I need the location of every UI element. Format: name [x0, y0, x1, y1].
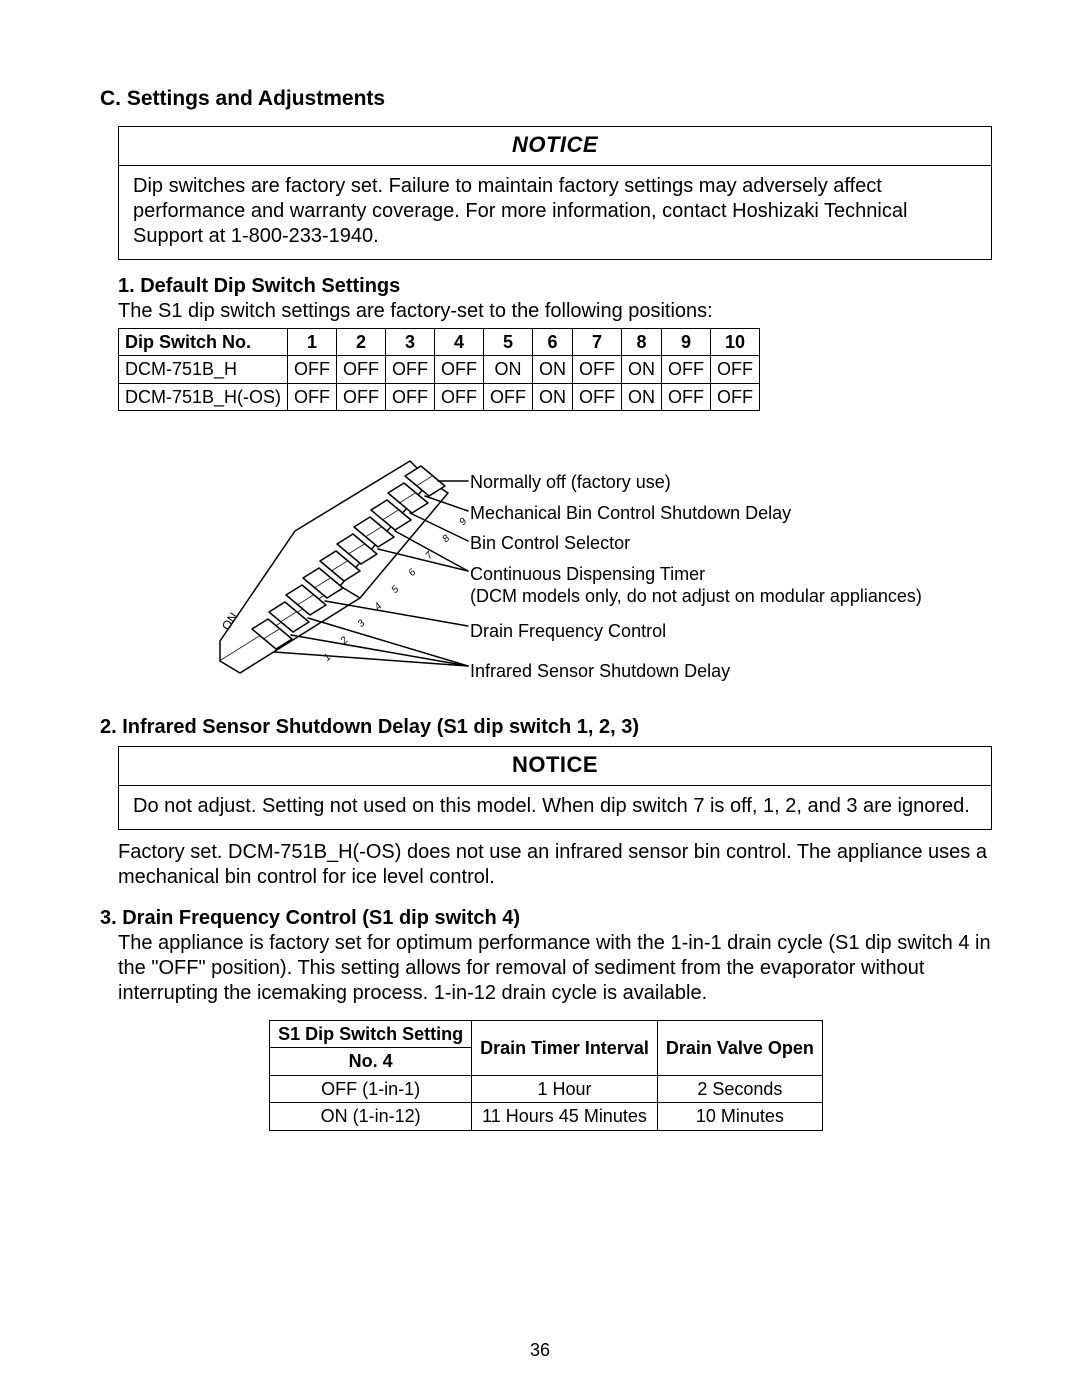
subheading-default-dip: 1. Default Dip Switch Settings [118, 274, 992, 299]
dip-col-2: 2 [337, 328, 386, 356]
dip-col-6: 6 [533, 328, 573, 356]
dip-col-9: 9 [662, 328, 711, 356]
notice-box-1: NOTICE Dip switches are factory set. Fai… [118, 126, 992, 260]
default-dip-intro: The S1 dip switch settings are factory-s… [118, 299, 992, 324]
dip-row-model: DCM-751B_H [119, 356, 288, 384]
dip-col-4: 4 [435, 328, 484, 356]
dip-cell: OFF [711, 383, 760, 411]
subheading-infrared: 2. Infrared Sensor Shutdown Delay (S1 di… [100, 715, 992, 740]
drain-cell: 11 Hours 45 Minutes [472, 1103, 658, 1131]
dip-col-10: 10 [711, 328, 760, 356]
notice-body-1: Dip switches are factory set. Failure to… [119, 166, 991, 259]
drain-head-s1b: No. 4 [270, 1048, 472, 1076]
dip-cell: OFF [288, 356, 337, 384]
table-row: DCM-751B_H(-OS) OFF OFF OFF OFF OFF ON O… [119, 383, 760, 411]
dip-cell: OFF [573, 356, 622, 384]
dip-cell: OFF [288, 383, 337, 411]
infrared-factory-text: Factory set. DCM-751B_H(-OS) does not us… [118, 840, 992, 890]
svg-text:3: 3 [356, 618, 368, 630]
drain-head-valve: Drain Valve Open [657, 1020, 822, 1075]
dip-table-header-label: Dip Switch No. [119, 328, 288, 356]
callout-bin-selector: Bin Control Selector [470, 532, 922, 555]
dip-row-model: DCM-751B_H(-OS) [119, 383, 288, 411]
dip-cell: OFF [337, 356, 386, 384]
dip-cell: OFF [337, 383, 386, 411]
svg-text:8: 8 [441, 533, 453, 545]
callout-mech-bin-delay: Mechanical Bin Control Shutdown Delay [470, 502, 922, 525]
callout-cont-dispense: Continuous Dispensing Timer [470, 563, 922, 586]
dipswitch-icon: 1 2 3 4 5 6 7 8 9 10 ON [200, 441, 470, 701]
svg-text:1: 1 [322, 652, 334, 664]
page-number: 36 [0, 1339, 1080, 1362]
dip-col-3: 3 [386, 328, 435, 356]
section-title: C. Settings and Adjustments [100, 86, 992, 112]
dip-cell: ON [533, 356, 573, 384]
dip-cell: OFF [484, 383, 533, 411]
drain-cell: OFF (1-in-1) [270, 1075, 472, 1103]
drain-head-s1a: S1 Dip Switch Setting [270, 1020, 472, 1048]
drain-head-interval: Drain Timer Interval [472, 1020, 658, 1075]
subheading-drain-freq: 3. Drain Frequency Control (S1 dip switc… [100, 906, 992, 931]
dip-cell: OFF [386, 383, 435, 411]
dip-cell: OFF [662, 356, 711, 384]
dip-cell: ON [622, 356, 662, 384]
notice-header-1: NOTICE [119, 127, 991, 166]
drain-cell: 2 Seconds [657, 1075, 822, 1103]
callout-normally-off: Normally off (factory use) [470, 471, 922, 494]
dip-cell: ON [484, 356, 533, 384]
notice-body-2: Do not adjust. Setting not used on this … [119, 786, 991, 829]
table-row: DCM-751B_H OFF OFF OFF OFF ON ON OFF ON … [119, 356, 760, 384]
callout-infrared-delay: Infrared Sensor Shutdown Delay [470, 660, 922, 683]
svg-text:6: 6 [407, 567, 419, 579]
drain-freq-body: The appliance is factory set for optimum… [118, 931, 992, 1006]
notice-box-2: NOTICE Do not adjust. Setting not used o… [118, 746, 992, 830]
dip-cell: OFF [662, 383, 711, 411]
dipswitch-illustration: 1 2 3 4 5 6 7 8 9 10 ON [200, 441, 992, 701]
dip-col-1: 1 [288, 328, 337, 356]
dip-cell: OFF [711, 356, 760, 384]
dip-col-8: 8 [622, 328, 662, 356]
table-row: ON (1-in-12) 11 Hours 45 Minutes 10 Minu… [270, 1103, 823, 1131]
drain-cell: 1 Hour [472, 1075, 658, 1103]
table-row: OFF (1-in-1) 1 Hour 2 Seconds [270, 1075, 823, 1103]
dip-cell: ON [622, 383, 662, 411]
dip-cell: OFF [435, 356, 484, 384]
callout-drain-freq: Drain Frequency Control [470, 620, 922, 643]
dip-col-7: 7 [573, 328, 622, 356]
notice-header-2: NOTICE [119, 747, 991, 786]
dip-cell: OFF [435, 383, 484, 411]
svg-text:9: 9 [457, 516, 469, 528]
drain-cell: ON (1-in-12) [270, 1103, 472, 1131]
callout-cont-dispense-note: (DCM models only, do not adjust on modul… [470, 585, 922, 608]
drain-frequency-table: S1 Dip Switch Setting Drain Timer Interv… [269, 1020, 823, 1131]
svg-text:5: 5 [390, 584, 402, 596]
dip-switch-table: Dip Switch No. 1 2 3 4 5 6 7 8 9 10 DCM-… [118, 328, 760, 412]
dip-cell: OFF [386, 356, 435, 384]
dip-col-5: 5 [484, 328, 533, 356]
drain-cell: 10 Minutes [657, 1103, 822, 1131]
dip-cell: ON [533, 383, 573, 411]
dip-cell: OFF [573, 383, 622, 411]
